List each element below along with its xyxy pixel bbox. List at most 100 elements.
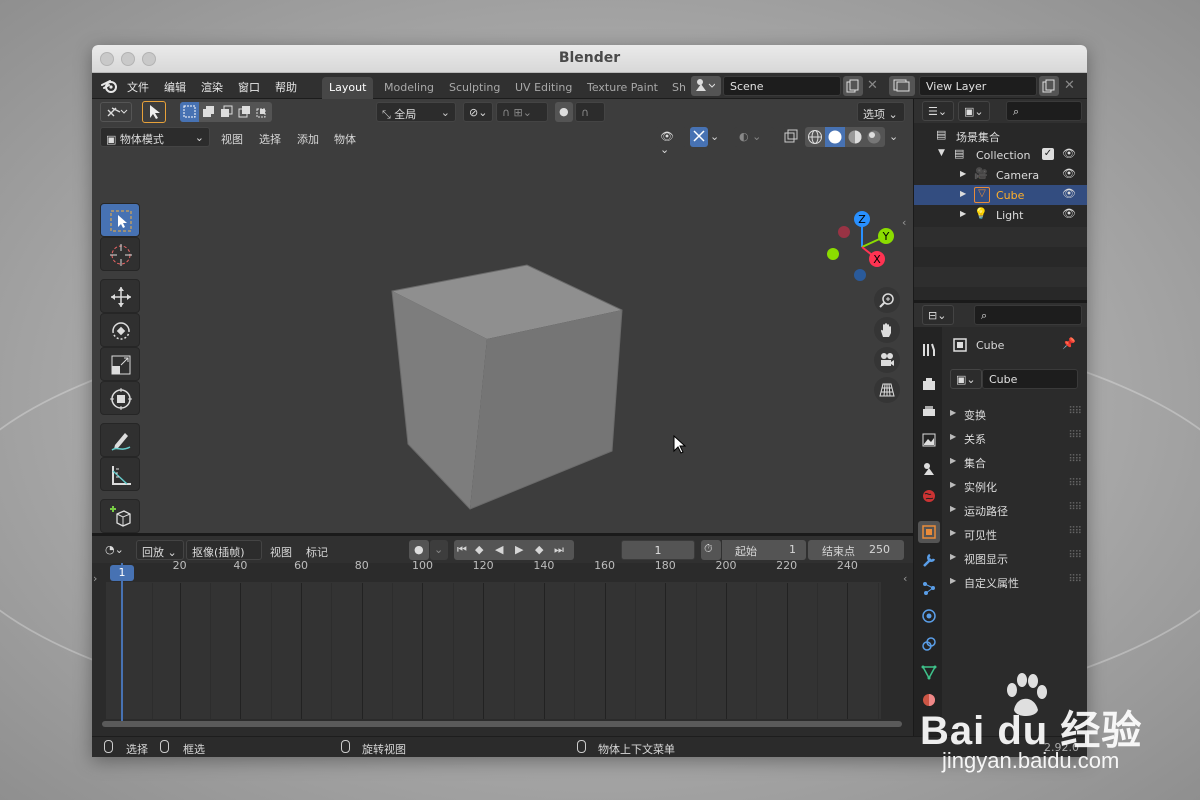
tool-rotate[interactable] (100, 313, 140, 347)
property-panel-header[interactable]: ▶ 变换 ⠿⠿ (944, 403, 1087, 425)
tab-uv-editing[interactable]: UV Editing (508, 77, 579, 99)
chevron-down-icon[interactable]: ⌄ (710, 130, 719, 143)
expand-arrow-icon[interactable]: ▶ (960, 209, 966, 218)
delete-scene-icon[interactable]: ✕ (867, 78, 878, 93)
timeline-scrollbar[interactable] (102, 721, 902, 727)
outliner-item-light[interactable]: ▶ 💡 Light 👁 (914, 205, 1087, 225)
tab-scene[interactable] (918, 457, 940, 479)
drag-handle-icon[interactable]: ⠿⠿ (1068, 478, 1082, 489)
property-panel-header[interactable]: ▶ 集合 ⠿⠿ (944, 451, 1087, 473)
display-mode-dropdown[interactable]: ▣⌄ (958, 101, 990, 121)
pan-button[interactable] (874, 317, 900, 343)
tool-scale[interactable] (100, 347, 140, 381)
jump-end-icon[interactable]: ⏭ (554, 543, 564, 557)
tab-physics[interactable] (918, 605, 940, 627)
menu-add[interactable]: 添加 (292, 131, 324, 147)
property-panel-header[interactable]: ▶ 自定义属性 ⠿⠿ (944, 571, 1087, 593)
rendered-shading-button[interactable] (866, 129, 882, 148)
select-new-button[interactable] (180, 102, 199, 122)
pivot-point-dropdown[interactable]: ⊘⌄ (463, 102, 493, 122)
proportional-editing-toggle[interactable]: ● (555, 102, 573, 122)
tab-sculpting[interactable]: Sculpting (442, 77, 507, 99)
outliner[interactable]: ☰⌄ ▣⌄ ⌕ ▤ 场景集合 ▼ ▤ Collection ✓ 👁 ▶ 🎥 Ca… (914, 99, 1087, 303)
drag-handle-icon[interactable]: ⠿⠿ (1068, 406, 1082, 417)
jump-start-icon[interactable]: ⏮ (457, 543, 467, 557)
menu-help[interactable]: 帮助 (275, 79, 297, 95)
drag-handle-icon[interactable]: ⠿⠿ (1068, 502, 1082, 513)
expand-arrow-icon[interactable]: ▶ (960, 169, 966, 178)
eye-icon[interactable]: 👁 (1062, 207, 1076, 220)
prev-keyframe-icon[interactable]: ◆ (475, 543, 483, 556)
transform-orientation-dropdown[interactable]: ⤡ 全局 ⌄ (376, 102, 456, 122)
outliner-search-input[interactable]: ⌕ (1006, 101, 1082, 121)
editor-type-button[interactable] (100, 102, 132, 122)
blender-logo-icon[interactable] (101, 78, 118, 94)
delete-view-layer-icon[interactable]: ✕ (1064, 78, 1075, 93)
view-layer-name-field[interactable]: View Layer (919, 76, 1037, 96)
tab-particles[interactable] (918, 577, 940, 599)
menu-edit[interactable]: 编辑 (164, 79, 186, 95)
tab-view-layer[interactable] (918, 429, 940, 451)
tab-modeling[interactable]: Modeling (377, 77, 441, 99)
select-extend-button[interactable] (199, 102, 217, 122)
tab-tool[interactable] (918, 339, 940, 361)
properties-editor-type-button[interactable]: ⊟⌄ (922, 305, 954, 325)
eye-icon[interactable]: 👁 (1062, 187, 1076, 200)
zoom-button[interactable] (874, 287, 900, 313)
pin-icon[interactable]: 📌 (1062, 337, 1076, 350)
select-intersect-button[interactable] (253, 102, 272, 122)
preview-range-toggle[interactable]: ⏱ (701, 540, 721, 560)
tool-cursor[interactable] (100, 237, 140, 271)
outliner-editor-type-button[interactable]: ☰⌄ (922, 101, 954, 121)
scene-collection-row[interactable]: ▤ 场景集合 (914, 125, 1087, 145)
tool-add-cube[interactable] (100, 499, 140, 533)
scene-name-field[interactable]: Scene (723, 76, 841, 96)
play-icon[interactable]: ▶ (515, 543, 523, 556)
perspective-toggle-button[interactable] (874, 377, 900, 403)
object-browse-dropdown[interactable]: ▣⌄ (950, 369, 982, 389)
menu-window[interactable]: 窗口 (238, 79, 260, 95)
drag-handle-icon[interactable]: ⠿⠿ (1068, 526, 1082, 537)
auto-keying-dropdown[interactable]: ⌄ (430, 540, 448, 560)
mode-dropdown[interactable]: ▣ 物体模式 ⌄ (100, 127, 210, 147)
menu-view[interactable]: 视图 (216, 131, 248, 147)
snapping-dropdown[interactable]: ∩ ⊞⌄ (496, 102, 548, 122)
collection-checkbox[interactable]: ✓ (1042, 148, 1054, 160)
keyframe-area[interactable] (106, 582, 881, 719)
timeline-region-toggle-icon[interactable]: › (93, 572, 97, 585)
drag-handle-icon[interactable]: ⠿⠿ (1068, 454, 1082, 465)
tool-select-box[interactable] (100, 203, 140, 237)
tab-modifiers[interactable] (918, 549, 940, 571)
tab-constraints[interactable] (918, 633, 940, 655)
material-shading-button[interactable] (847, 129, 863, 148)
chevron-down-icon[interactable]: ⌄ (889, 130, 898, 143)
current-frame-field[interactable]: 1 (621, 540, 695, 560)
timeline-editor-type-button[interactable]: ◔⌄ (100, 540, 132, 560)
select-difference-button[interactable] (235, 102, 253, 122)
tab-layout[interactable]: Layout (322, 77, 374, 99)
drag-handle-icon[interactable]: ⠿⠿ (1068, 550, 1082, 561)
tab-texture-paint[interactable]: Texture Paint (580, 77, 665, 99)
property-panel-header[interactable]: ▶ 运动路径 ⠿⠿ (944, 499, 1087, 521)
tool-measure[interactable] (100, 457, 140, 491)
select-subtract-button[interactable] (217, 102, 235, 122)
default-cube[interactable] (382, 259, 722, 519)
sidebar-toggle-icon[interactable]: ‹ (902, 216, 906, 229)
view-layer-selector-button[interactable] (889, 76, 915, 96)
property-panel-header[interactable]: ▶ 关系 ⠿⠿ (944, 427, 1087, 449)
eye-icon[interactable]: 👁 (1062, 167, 1076, 180)
gizmo-toggle[interactable] (690, 127, 708, 147)
menu-file[interactable]: 文件 (127, 79, 149, 95)
outliner-item-cube[interactable]: ▶ ▽ Cube 👁 (914, 185, 1087, 205)
drag-handle-icon[interactable]: ⠿⠿ (1068, 574, 1082, 585)
tab-render[interactable] (918, 373, 940, 395)
keying-dropdown[interactable]: 抠像(插帧) ⌄ (186, 540, 262, 573)
playhead-line[interactable] (121, 563, 123, 723)
scene-selector-button[interactable] (691, 76, 721, 96)
tool-annotate[interactable] (100, 423, 140, 457)
frame-end-field[interactable]: 结束点 250 (808, 540, 904, 560)
properties-search-input[interactable]: ⌕ (974, 305, 1082, 325)
collection-row[interactable]: ▼ ▤ Collection ✓ 👁 (914, 145, 1087, 165)
new-view-layer-button[interactable] (1039, 76, 1059, 96)
xray-toggle[interactable] (782, 127, 800, 147)
